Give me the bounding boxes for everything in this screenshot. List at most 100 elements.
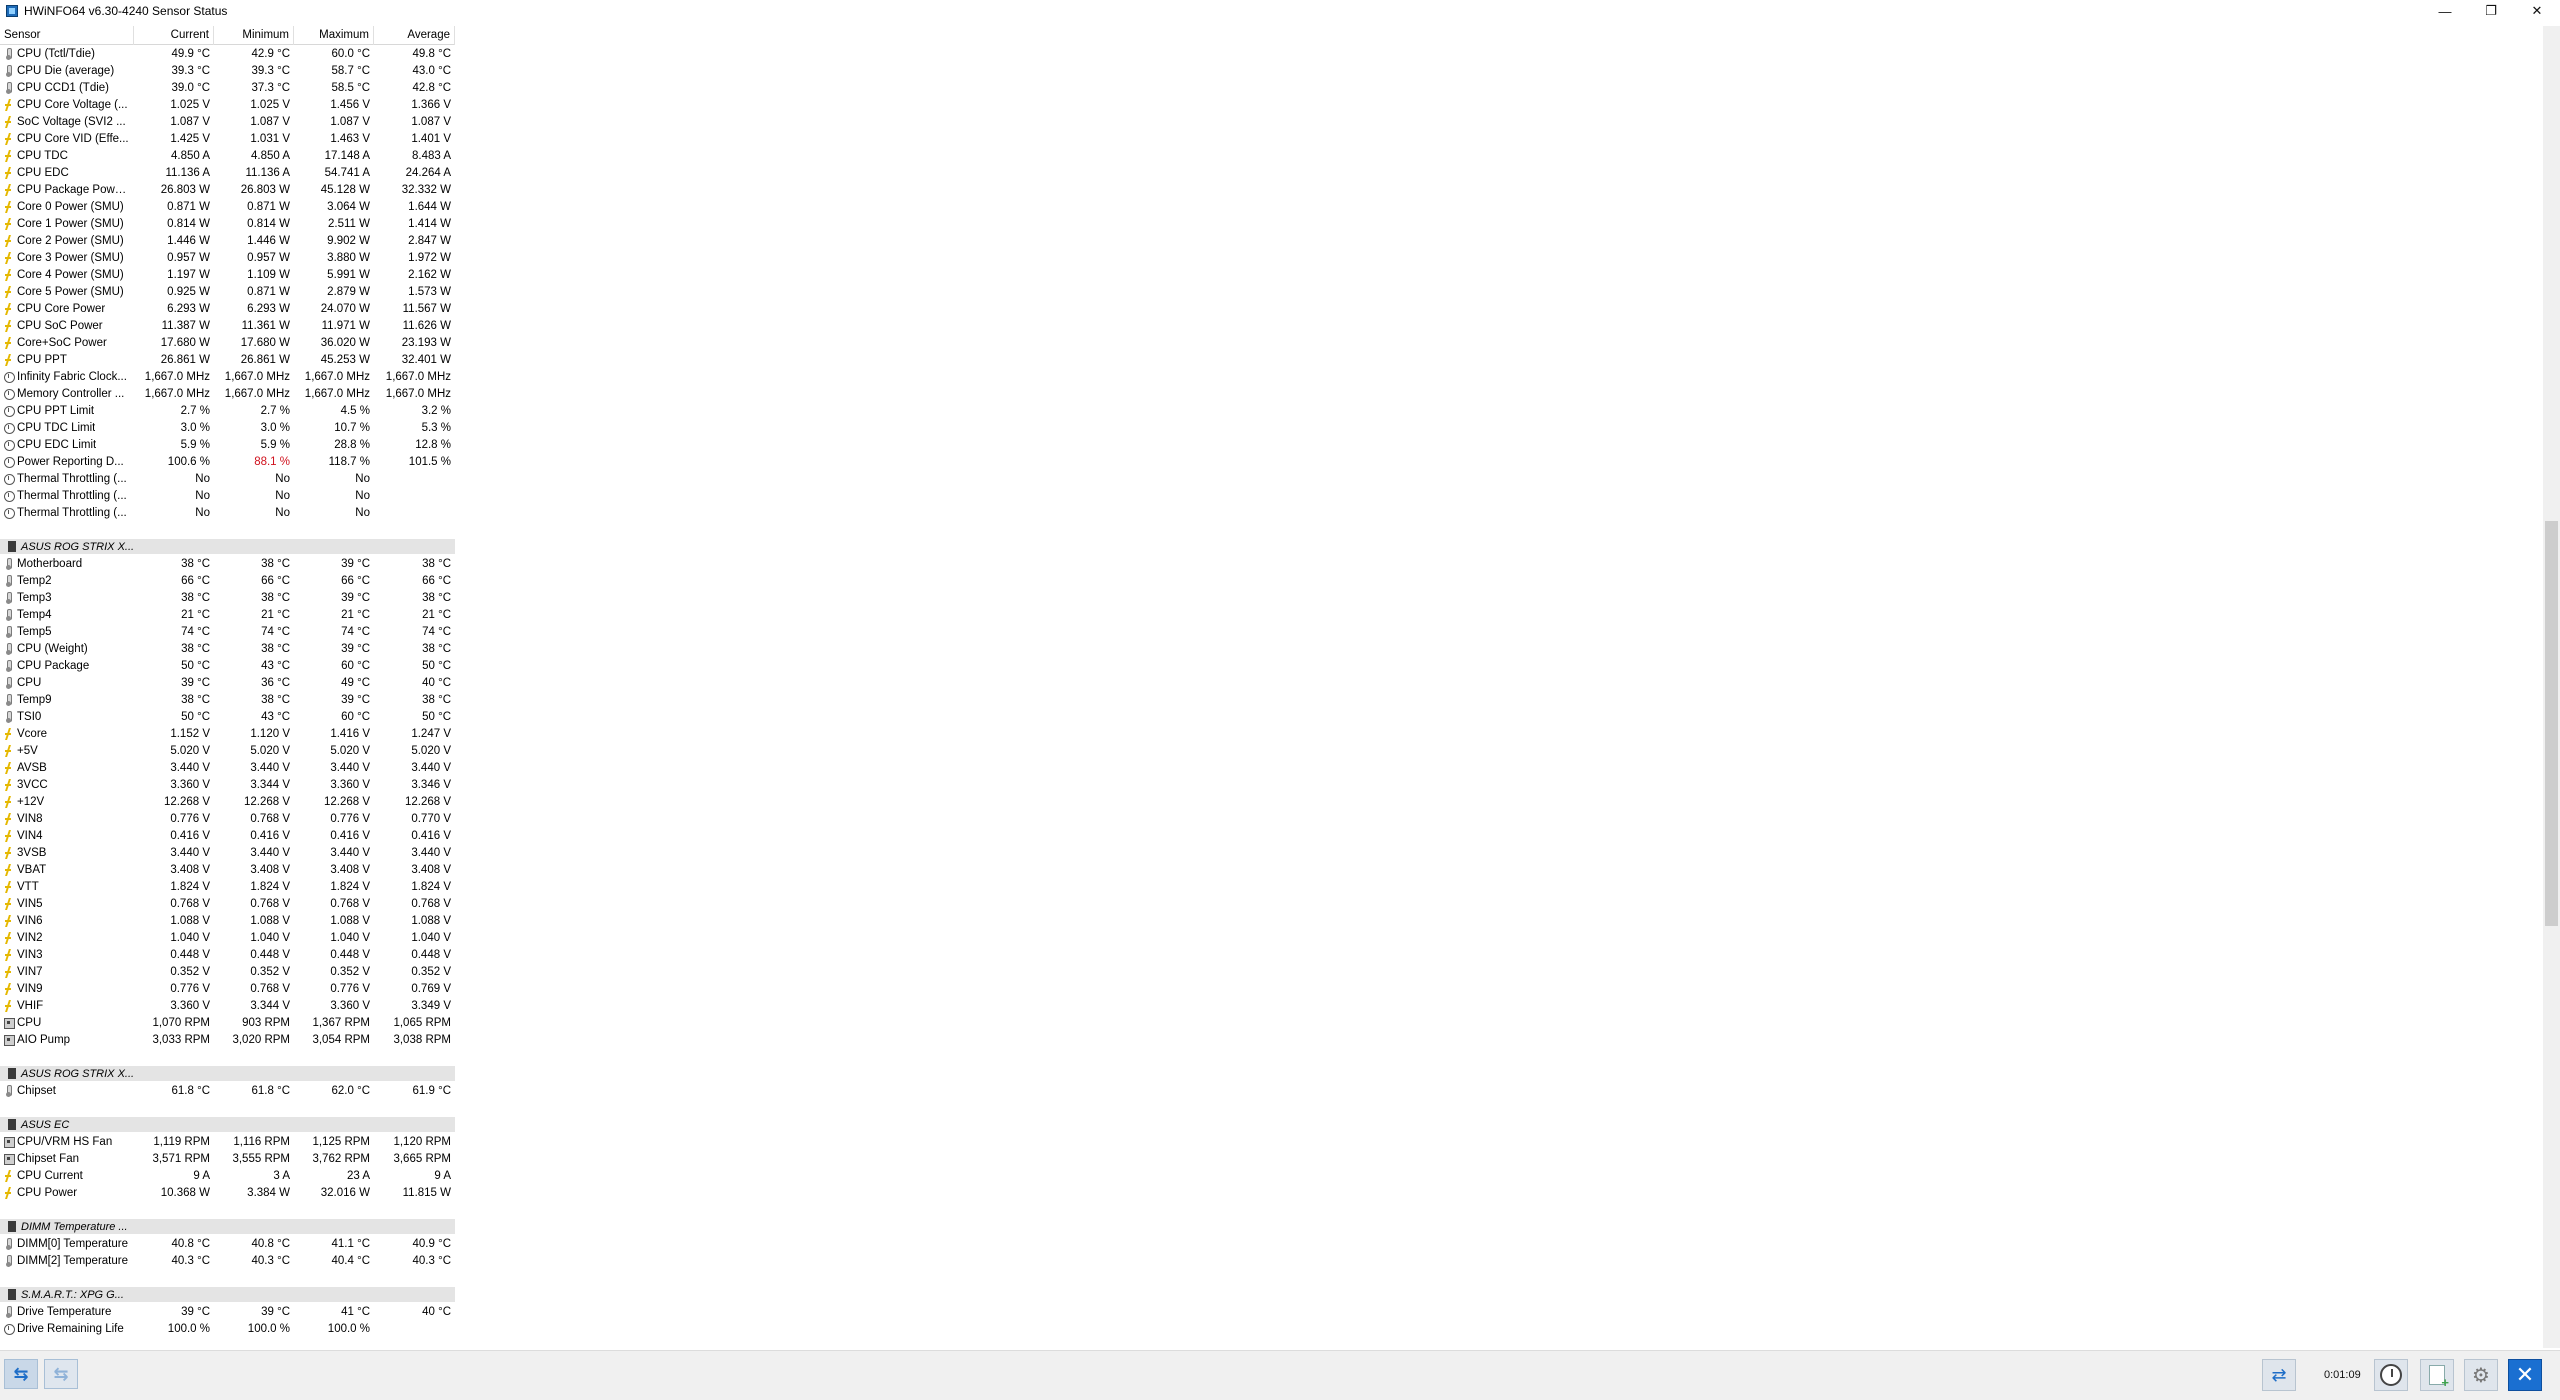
- sensor-row[interactable]: Core 2 Power (SMU) 1.446 W 1.446 W 9.902 W 2…: [0, 232, 455, 249]
- sensor-row[interactable]: CPU 39 °C 36 °C 49 °C 40 °C: [0, 674, 455, 691]
- vertical-scrollbar[interactable]: [2543, 26, 2560, 1348]
- logging-button[interactable]: [2420, 1359, 2454, 1391]
- close-button[interactable]: ✕: [2514, 0, 2560, 22]
- sensor-row[interactable]: AIO Pump 3,033 RPM 3,020 RPM 3,054 RPM 3,038…: [0, 1031, 455, 1048]
- sensor-row[interactable]: VIN9 0.776 V 0.768 V 0.776 V 0.769 V: [0, 980, 455, 997]
- sensor-row[interactable]: CPU EDC 11.136 A 11.136 A 54.741 A 24.264 A: [0, 164, 455, 181]
- settings-button[interactable]: ⚙: [2464, 1359, 2498, 1391]
- reset-clock-button[interactable]: [2374, 1359, 2408, 1391]
- sensor-row[interactable]: Temp3 38 °C 38 °C 39 °C 38 °C: [0, 589, 455, 606]
- sensor-row[interactable]: TSI0 50 °C 43 °C 60 °C 50 °C: [0, 708, 455, 725]
- sensor-row[interactable]: CPU 1,070 RPM 903 RPM 1,367 RPM 1,065 RPM: [0, 1014, 455, 1031]
- sensor-row[interactable]: VIN2 1.040 V 1.040 V 1.040 V 1.040 V: [0, 929, 455, 946]
- sensor-row[interactable]: CPU TDC 4.850 A 4.850 A 17.148 A 8.483 A: [0, 147, 455, 164]
- sensor-row[interactable]: CPU PPT Limit 2.7 % 2.7 % 4.5 % 3.2 %: [0, 402, 455, 419]
- maximum-value: 2.879 W: [327, 285, 370, 298]
- sensor-row[interactable]: Core 4 Power (SMU) 1.197 W 1.109 W 5.991 W 2…: [0, 266, 455, 283]
- maximum-value: 5.020 V: [330, 744, 370, 757]
- sensor-row[interactable]: CPU Package Powe... 26.803 W 26.803 W 45.12…: [0, 181, 455, 198]
- sensor-row[interactable]: CPU (Weight) 38 °C 38 °C 39 °C 38 °C: [0, 640, 455, 657]
- sensor-group-header[interactable]: ASUS ROG STRIX X...: [0, 1065, 455, 1082]
- minimum-value: 3.344 V: [250, 999, 290, 1012]
- sensor-row[interactable]: DIMM[2] Temperature 40.3 °C 40.3 °C 40.4 °C…: [0, 1252, 455, 1269]
- sensor-row[interactable]: Drive Remaining Life 100.0 % 100.0 % 100.0 …: [0, 1320, 455, 1337]
- sensor-row[interactable]: CPU/VRM HS Fan 1,119 RPM 1,116 RPM 1,125 RP…: [0, 1133, 455, 1150]
- average-value: 43.0 °C: [412, 64, 451, 77]
- sensor-row[interactable]: VBAT 3.408 V 3.408 V 3.408 V 3.408 V: [0, 861, 455, 878]
- column-header-maximum[interactable]: Maximum: [294, 25, 374, 45]
- sensor-group-header[interactable]: S.M.A.R.T.: XPG G...: [0, 1286, 455, 1303]
- sensor-row[interactable]: CPU SoC Power 11.387 W 11.361 W 11.971 W 11.…: [0, 317, 455, 334]
- sensor-row[interactable]: Memory Controller ... 1,667.0 MHz 1,667.0 …: [0, 385, 455, 402]
- sensor-row[interactable]: VHIF 3.360 V 3.344 V 3.360 V 3.349 V: [0, 997, 455, 1014]
- network-sync-button[interactable]: ⇄: [2262, 1359, 2296, 1391]
- current-value: 2.7 %: [180, 404, 210, 417]
- gauge-icon: [4, 422, 15, 434]
- sensor-row[interactable]: CPU EDC Limit 5.9 % 5.9 % 28.8 % 12.8 %: [0, 436, 455, 453]
- sensor-name: CPU: [17, 1016, 42, 1029]
- sensor-row[interactable]: Power Reporting D... 100.6 % 88.1 % 118.7 %…: [0, 453, 455, 470]
- sensor-row[interactable]: DIMM[0] Temperature 40.8 °C 40.8 °C 41.1 °C…: [0, 1235, 455, 1252]
- column-header-average[interactable]: Average: [374, 25, 455, 45]
- sensor-row[interactable]: Core 1 Power (SMU) 0.814 W 0.814 W 2.511 W 1…: [0, 215, 455, 232]
- sensor-row[interactable]: +12V 12.268 V 12.268 V 12.268 V 12.268 V: [0, 793, 455, 810]
- sensor-row[interactable]: Drive Temperature 39 °C 39 °C 41 °C 40 °C: [0, 1303, 455, 1320]
- average-value: 1.088 V: [411, 914, 451, 927]
- sensor-row[interactable]: Motherboard 38 °C 38 °C 39 °C 38 °C: [0, 555, 455, 572]
- sensor-row[interactable]: +5V 5.020 V 5.020 V 5.020 V 5.020 V: [0, 742, 455, 759]
- sensor-row[interactable]: CPU Power 10.368 W 3.384 W 32.016 W 11.815 W: [0, 1184, 455, 1201]
- sensor-row[interactable]: Core+SoC Power 17.680 W 17.680 W 36.020 W 23…: [0, 334, 455, 351]
- sensor-name-cell: CPU Power: [0, 1187, 134, 1199]
- sensor-group-header[interactable]: DIMM Temperature ...: [0, 1218, 455, 1235]
- sensor-row[interactable]: VIN8 0.776 V 0.768 V 0.776 V 0.770 V: [0, 810, 455, 827]
- sensor-row[interactable]: Temp5 74 °C 74 °C 74 °C 74 °C: [0, 623, 455, 640]
- sensor-row[interactable]: Core 3 Power (SMU) 0.957 W 0.957 W 3.880 W 1…: [0, 249, 455, 266]
- sensor-row[interactable]: SoC Voltage (SVI2 ... 1.087 V 1.087 V 1.087…: [0, 113, 455, 130]
- sensor-row[interactable]: Chipset 61.8 °C 61.8 °C 62.0 °C 61.9 °C: [0, 1082, 455, 1099]
- sensor-row[interactable]: CPU Current 9 A 3 A 23 A 9 A: [0, 1167, 455, 1184]
- sensor-row[interactable]: 3VCC 3.360 V 3.344 V 3.360 V 3.346 V: [0, 776, 455, 793]
- sensor-row[interactable]: AVSB 3.440 V 3.440 V 3.440 V 3.440 V: [0, 759, 455, 776]
- sensor-row[interactable]: CPU Package 50 °C 43 °C 60 °C 50 °C: [0, 657, 455, 674]
- current-value: 39 °C: [181, 1305, 210, 1318]
- sensor-row[interactable]: Core 0 Power (SMU) 0.871 W 0.871 W 3.064 W 1…: [0, 198, 455, 215]
- sensor-row[interactable]: CPU Core VID (Effe... 1.425 V 1.031 V 1.463…: [0, 130, 455, 147]
- column-header-sensor[interactable]: Sensor: [0, 25, 134, 45]
- sensor-row[interactable]: Thermal Throttling (... No No No: [0, 504, 455, 521]
- sensor-row[interactable]: CPU (Tctl/Tdie) 49.9 °C 42.9 °C 60.0 °C 49.8…: [0, 45, 455, 62]
- sensor-row[interactable]: CPU Die (average) 39.3 °C 39.3 °C 58.7 °C 43…: [0, 62, 455, 79]
- scrollbar-thumb[interactable]: [2545, 521, 2558, 926]
- nav-left-button[interactable]: ⇆: [4, 1359, 38, 1389]
- sensor-row[interactable]: Temp4 21 °C 21 °C 21 °C 21 °C: [0, 606, 455, 623]
- sensor-row[interactable]: Chipset Fan 3,571 RPM 3,555 RPM 3,762 RPM 3,…: [0, 1150, 455, 1167]
- sensor-row[interactable]: Thermal Throttling (... No No No: [0, 470, 455, 487]
- sensor-row[interactable]: CPU PPT 26.861 W 26.861 W 45.253 W 32.401 W: [0, 351, 455, 368]
- sensor-name-cell: Drive Temperature: [0, 1305, 134, 1318]
- sensor-row[interactable]: VIN4 0.416 V 0.416 V 0.416 V 0.416 V: [0, 827, 455, 844]
- sensor-row[interactable]: Temp9 38 °C 38 °C 39 °C 38 °C: [0, 691, 455, 708]
- sensor-row[interactable]: VIN5 0.768 V 0.768 V 0.768 V 0.768 V: [0, 895, 455, 912]
- sensor-row[interactable]: VIN7 0.352 V 0.352 V 0.352 V 0.352 V: [0, 963, 455, 980]
- maximum-value: 62.0 °C: [331, 1084, 370, 1097]
- sensor-row[interactable]: CPU Core Voltage (... 1.025 V 1.025 V 1.456…: [0, 96, 455, 113]
- sensor-row[interactable]: CPU Core Power 6.293 W 6.293 W 24.070 W 11.5…: [0, 300, 455, 317]
- sensor-row[interactable]: VIN3 0.448 V 0.448 V 0.448 V 0.448 V: [0, 946, 455, 963]
- sensor-row[interactable]: Vcore 1.152 V 1.120 V 1.416 V 1.247 V: [0, 725, 455, 742]
- sensor-row[interactable]: CPU TDC Limit 3.0 % 3.0 % 10.7 % 5.3 %: [0, 419, 455, 436]
- sensor-row[interactable]: Core 5 Power (SMU) 0.925 W 0.871 W 2.879 W 1…: [0, 283, 455, 300]
- sensor-row[interactable]: VIN6 1.088 V 1.088 V 1.088 V 1.088 V: [0, 912, 455, 929]
- restore-button[interactable]: ❐: [2468, 0, 2514, 22]
- sensor-row[interactable]: Temp2 66 °C 66 °C 66 °C 66 °C: [0, 572, 455, 589]
- sensor-row[interactable]: VTT 1.824 V 1.824 V 1.824 V 1.824 V: [0, 878, 455, 895]
- sensor-group-header[interactable]: ASUS EC: [0, 1116, 455, 1133]
- sensor-row[interactable]: 3VSB 3.440 V 3.440 V 3.440 V 3.440 V: [0, 844, 455, 861]
- sensor-row[interactable]: Thermal Throttling (... No No No: [0, 487, 455, 504]
- close-sensors-button[interactable]: ✕: [2508, 1359, 2542, 1391]
- minimize-button[interactable]: —: [2422, 0, 2468, 22]
- column-header-current[interactable]: Current: [134, 25, 214, 45]
- sensor-row[interactable]: Infinity Fabric Clock... 1,667.0 MHz 1,667…: [0, 368, 455, 385]
- column-header-minimum[interactable]: Minimum: [214, 25, 294, 45]
- sensor-row[interactable]: CPU CCD1 (Tdie) 39.0 °C 37.3 °C 58.5 °C 42.8…: [0, 79, 455, 96]
- sensor-group-header[interactable]: ASUS ROG STRIX X...: [0, 538, 455, 555]
- nav-right-button[interactable]: ⇆: [44, 1359, 78, 1389]
